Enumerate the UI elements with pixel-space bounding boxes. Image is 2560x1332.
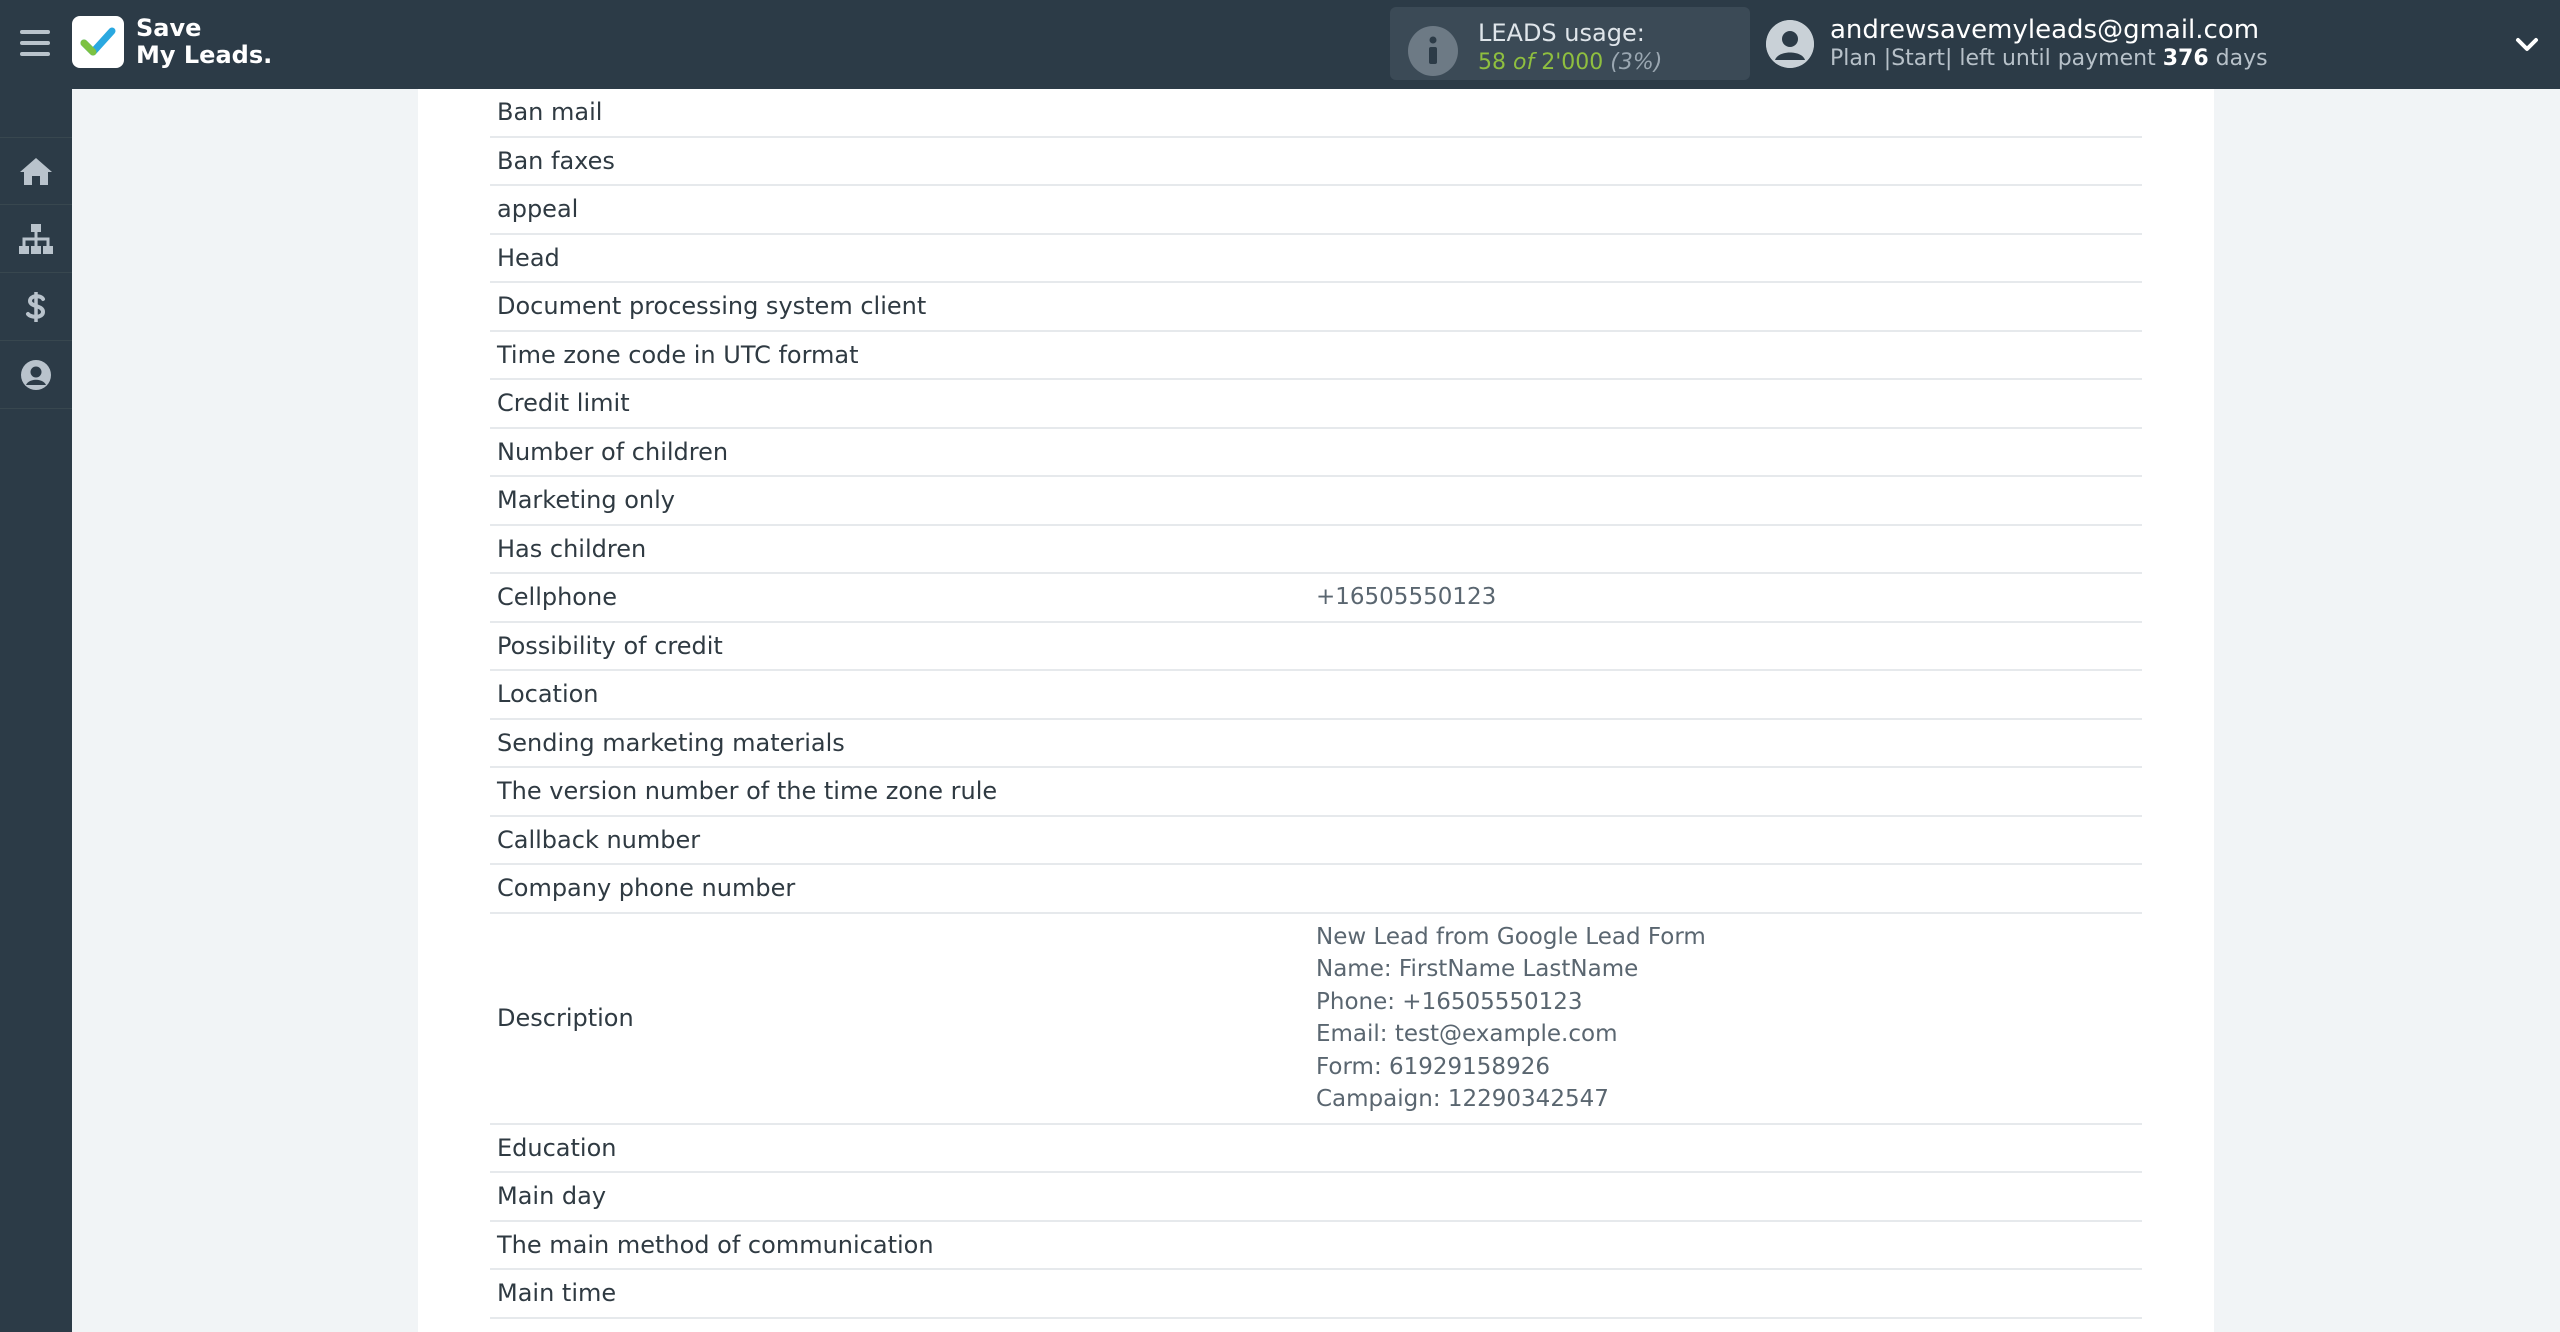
usage-title: LEADS usage: [1478, 19, 1645, 47]
table-row: Head [490, 235, 2142, 283]
table-row: Main day [490, 1173, 2142, 1222]
home-icon [20, 158, 52, 185]
plan-text: Plan |Start| left until payment [1830, 46, 2156, 71]
logo[interactable]: Save My Leads. [72, 15, 272, 69]
table-row: Has children [490, 526, 2142, 574]
field-label: The version number of the time zone rule [497, 777, 998, 806]
table-row: Time zone code in UTC format [490, 332, 2142, 380]
field-label: Description [497, 1004, 634, 1032]
sidebar [0, 89, 72, 1332]
logo-text: Save My Leads. [136, 15, 272, 69]
table-row: Cellphone +16505550123 [490, 574, 2142, 623]
usage-value: 58 of 2'000 (3%) [1478, 50, 1662, 75]
field-value: New Lead from Google Lead Form Name: Fir… [1316, 923, 1706, 1113]
field-label: Callback number [497, 825, 701, 854]
table-row: The main method of communication [490, 1222, 2142, 1270]
avatar-icon[interactable] [1766, 20, 1814, 68]
field-label: Possibility of credit [497, 631, 723, 660]
field-label: Has children [497, 534, 647, 563]
field-label: Number of children [497, 437, 729, 466]
table-row: Credit limit [490, 380, 2142, 429]
sidebar-item-account[interactable] [0, 341, 72, 409]
field-label: Main day [497, 1182, 607, 1211]
days-left: 376 [2162, 46, 2209, 71]
sidebar-item-connections[interactable] [0, 205, 72, 273]
field-value: +16505550123 [1316, 584, 1497, 610]
table-row: Location [490, 671, 2142, 720]
usage-of: of [1513, 50, 1535, 75]
main-panel: Ban mail Ban faxes appeal Head Document proc… [418, 89, 2214, 1332]
sidebar-item-billing[interactable] [0, 273, 72, 341]
fields-table: Ban mail Ban faxes appeal Head Document proc… [490, 89, 2142, 1319]
user-circle-icon [21, 359, 51, 390]
table-row: Sending marketing materials [490, 720, 2142, 768]
field-label: The main method of communication [497, 1230, 934, 1259]
table-row: Ban faxes [490, 138, 2142, 186]
logo-check-icon [72, 16, 124, 68]
field-label: Head [497, 243, 560, 272]
top-bar: Save My Leads. LEADS usage: 58 of 2'000 … [0, 0, 2560, 89]
field-label: Education [497, 1133, 617, 1162]
usage-total: 2'000 [1541, 50, 1604, 75]
field-label: Marketing only [497, 486, 676, 515]
table-row: The version number of the time zone rule [490, 768, 2142, 817]
leads-usage-panel: LEADS usage: 58 of 2'000 (3%) [1390, 7, 1750, 80]
table-row: Document processing system client [490, 283, 2142, 332]
field-label: Company phone number [497, 874, 796, 903]
table-row: Ban mail [490, 89, 2142, 138]
table-row: Company phone number [490, 865, 2142, 914]
field-label: Main time [497, 1279, 617, 1308]
field-label: Cellphone [497, 583, 617, 612]
table-row: Callback number [490, 817, 2142, 865]
chevron-down-icon[interactable] [2512, 30, 2542, 60]
dollar-icon [26, 291, 46, 322]
logo-line-1: Save [136, 14, 202, 42]
user-email[interactable]: andrewsavemyleads@gmail.com [1830, 15, 2259, 45]
field-label: Document processing system client [497, 292, 927, 321]
field-label: Ban mail [497, 98, 603, 127]
field-label: appeal [497, 195, 579, 224]
table-row: Number of children [490, 429, 2142, 477]
table-row: Education [490, 1125, 2142, 1173]
table-row: Description New Lead from Google Lead For… [490, 914, 2142, 1125]
days-label: days [2215, 46, 2268, 71]
table-row: Possibility of credit [490, 623, 2142, 671]
table-row: Main time [490, 1270, 2142, 1319]
logo-line-2: My Leads. [136, 41, 273, 69]
sidebar-item-home[interactable] [0, 137, 72, 205]
field-label: Sending marketing materials [497, 728, 845, 757]
plan-info: Plan |Start| left until payment 376 days [1830, 46, 2268, 71]
table-row: Marketing only [490, 477, 2142, 526]
sitemap-icon [19, 223, 53, 254]
usage-percent: (3%) [1610, 50, 1663, 75]
field-label: Credit limit [497, 389, 630, 418]
info-icon [1408, 26, 1458, 76]
field-label: Ban faxes [497, 146, 615, 175]
field-label: Location [497, 680, 599, 709]
menu-icon[interactable] [20, 30, 50, 56]
usage-used: 58 [1478, 50, 1506, 75]
table-row: appeal [490, 186, 2142, 235]
field-label: Time zone code in UTC format [497, 340, 859, 369]
